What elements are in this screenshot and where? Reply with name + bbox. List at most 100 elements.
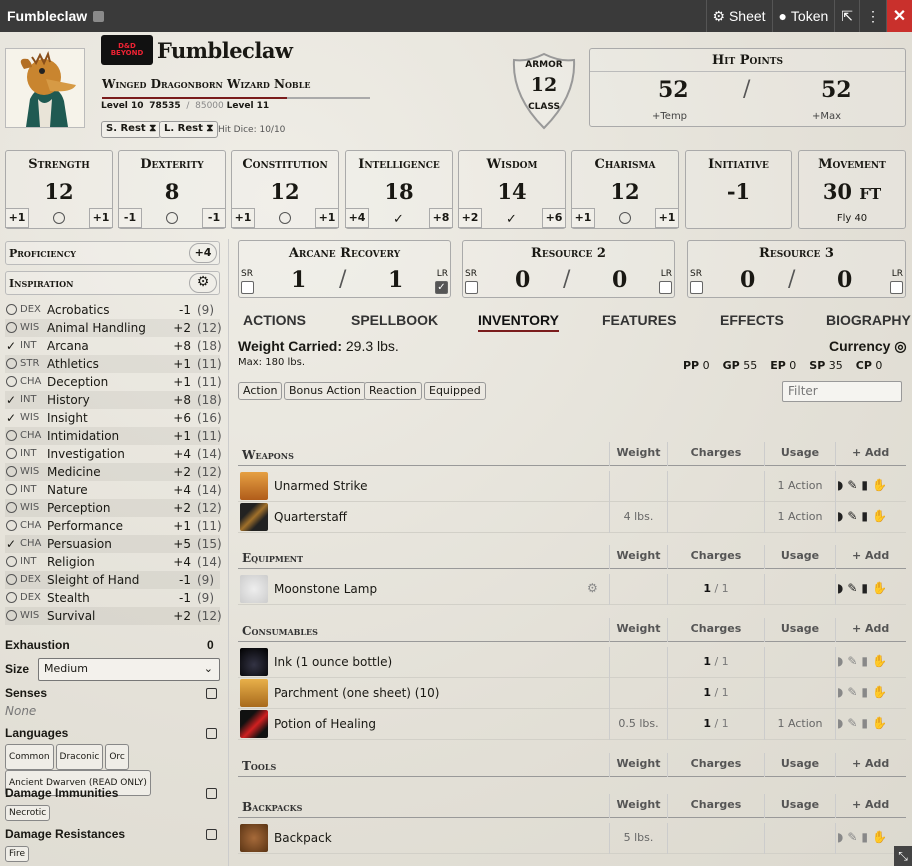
skill-row[interactable]: ✓ INT History +8 (18) [5, 391, 222, 409]
item-settings-gear-icon[interactable]: ⚙ [587, 581, 598, 595]
section-title[interactable]: Weapons [242, 448, 294, 462]
equip-shield-icon[interactable]: ◗ [837, 830, 847, 844]
hp-max[interactable]: 52 [821, 77, 852, 103]
resize-handle-icon[interactable]: ⤡ [894, 846, 912, 866]
delete-trash-icon[interactable]: ▮ [861, 478, 872, 492]
use-hand-icon[interactable]: ✋ [872, 478, 891, 492]
saving-throw[interactable]: -1 [202, 208, 226, 228]
currency-header[interactable]: Currency ◎ [829, 338, 907, 355]
add-item-button[interactable]: + Add [852, 757, 889, 770]
ability-constitution[interactable]: Constitution 12 +1 +1 [231, 150, 339, 229]
equip-shield-icon[interactable]: ◗ [837, 581, 847, 595]
add-item-button[interactable]: + Add [852, 549, 889, 562]
skill-row[interactable]: ✓ WIS Insight +6 (16) [5, 409, 222, 427]
edit-icon[interactable]: ✎ [847, 509, 861, 523]
ability-strength[interactable]: Strength 12 +1 +1 [5, 150, 113, 229]
ability-wisdom[interactable]: Wisdom 14 +2 +6 ✓ [458, 150, 566, 229]
movement-box[interactable]: Movement 30 FT Fly 40 [798, 150, 906, 229]
short-rest-checkbox[interactable] [690, 281, 703, 294]
armor-class-value[interactable]: 12 [510, 74, 578, 96]
tab-features[interactable]: FEATURES [602, 312, 676, 328]
item-charges[interactable]: 1 / 1 [668, 717, 764, 730]
equip-shield-icon[interactable]: ◗ [837, 654, 847, 668]
skill-row[interactable]: INT Investigation +4 (14) [5, 445, 222, 463]
exhaustion-value[interactable]: 0 [207, 638, 214, 652]
item-name[interactable]: Ink (1 ounce bottle) [274, 655, 392, 669]
tab-biography[interactable]: BIOGRAPHY [826, 312, 911, 328]
initiative-box[interactable]: Initiative -1 [685, 150, 792, 229]
hit-dice[interactable]: Hit Dice: 10/10 [218, 125, 285, 135]
saving-throw[interactable]: +1 [315, 208, 339, 228]
sheet-button[interactable]: ⚙ Sheet [705, 0, 772, 32]
delete-trash-icon[interactable]: ▮ [861, 830, 872, 844]
tab-actions[interactable]: ACTIONS [243, 312, 306, 328]
hp-temp-label[interactable]: +Temp [652, 111, 687, 122]
tab-effects[interactable]: EFFECTS [720, 312, 784, 328]
ability-modifier[interactable]: -1 [118, 208, 142, 228]
skill-proficient-check-icon[interactable]: ✓ [6, 409, 16, 427]
ability-modifier[interactable]: +4 [345, 208, 369, 228]
skill-proficiency-circle[interactable] [6, 358, 17, 369]
edit-icon[interactable]: ✎ [847, 478, 861, 492]
item-charges[interactable]: 1 / 1 [668, 655, 764, 668]
coin-sp[interactable]: SP 35 [809, 359, 842, 372]
inventory-item-row[interactable]: Quarterstaff 4 lbs. 1 Action ◗✎▮✋ [238, 502, 906, 533]
use-hand-icon[interactable]: ✋ [872, 716, 891, 730]
skill-proficiency-circle[interactable] [6, 466, 17, 477]
filter-action[interactable]: Action [238, 382, 283, 400]
skill-row[interactable]: STR Athletics +1 (11) [5, 355, 222, 373]
hp-current[interactable]: 52 [658, 77, 689, 103]
ability-charisma[interactable]: Charisma 12 +1 +1 [571, 150, 679, 229]
short-rest-checkbox[interactable] [465, 281, 478, 294]
item-name[interactable]: Backpack [274, 831, 332, 845]
delete-trash-icon[interactable]: ▮ [861, 581, 872, 595]
saving-throw[interactable]: +1 [89, 208, 113, 228]
skill-proficiency-circle[interactable] [6, 556, 17, 567]
resource-current[interactable]: 1 [291, 267, 306, 293]
resource-current[interactable]: 0 [515, 267, 530, 293]
inventory-item-row[interactable]: Potion of Healing 0.5 lbs. 1 / 1 1 Action ◗✎… [238, 709, 906, 740]
filter-input[interactable]: Filter [782, 381, 902, 402]
item-name[interactable]: Moonstone Lamp [274, 582, 377, 596]
inspiration-gear-icon[interactable]: ⚙ [189, 273, 217, 293]
skill-proficiency-circle[interactable] [6, 574, 17, 585]
resource-max[interactable]: 0 [612, 267, 627, 293]
resource-title[interactable]: Resource 2 [463, 246, 674, 261]
item-charges[interactable]: 1 / 1 [668, 686, 764, 699]
skill-row[interactable]: ✓ CHA Persuasion +5 (15) [5, 535, 222, 553]
xp-value[interactable]: 78535 [149, 101, 180, 111]
skill-row[interactable]: CHA Intimidation +1 (11) [5, 427, 222, 445]
long-rest-checkbox[interactable] [890, 281, 903, 294]
skill-proficiency-circle[interactable] [6, 322, 17, 333]
ability-modifier[interactable]: +2 [458, 208, 482, 228]
delete-trash-icon[interactable]: ▮ [861, 654, 872, 668]
add-item-button[interactable]: + Add [852, 622, 889, 635]
skill-proficiency-circle[interactable] [6, 502, 17, 513]
size-select[interactable]: Medium ⌄ [38, 658, 220, 681]
skill-proficiency-circle[interactable] [6, 448, 17, 459]
character-portrait[interactable] [5, 48, 85, 128]
coin-gp[interactable]: GP 55 [723, 359, 758, 372]
skill-row[interactable]: WIS Survival +2 (12) [5, 607, 222, 625]
tab-spellbook[interactable]: SPELLBOOK [351, 312, 438, 328]
item-name[interactable]: Quarterstaff [274, 510, 347, 524]
inventory-item-row[interactable]: Ink (1 ounce bottle) 1 / 1 ◗✎▮✋ [238, 647, 906, 678]
skill-proficient-check-icon[interactable]: ✓ [6, 337, 16, 355]
inventory-item-row[interactable]: Unarmed Strike 1 Action ◗✎▮✋ [238, 471, 906, 502]
skill-row[interactable]: DEX Stealth -1 (9) [5, 589, 220, 607]
skill-row[interactable]: CHA Deception +1 (11) [5, 373, 222, 391]
character-name[interactable]: Fumbleclaw [157, 38, 293, 63]
equip-shield-icon[interactable]: ◗ [837, 685, 847, 699]
section-title[interactable]: Consumables [242, 624, 318, 638]
coin-pp[interactable]: PP 0 [683, 359, 710, 372]
item-name[interactable]: Parchment (one sheet) (10) [274, 686, 439, 700]
token-button[interactable]: ● Token [771, 0, 835, 32]
filter-bonus-action[interactable]: Bonus Action [284, 382, 366, 400]
section-title[interactable]: Backpacks [242, 800, 302, 814]
ability-intelligence[interactable]: Intelligence 18 +4 +8 ✓ [345, 150, 453, 229]
save-proficiency-circle[interactable] [53, 212, 65, 224]
edit-languages-icon[interactable] [206, 728, 217, 739]
use-hand-icon[interactable]: ✋ [872, 685, 891, 699]
edit-icon[interactable]: ✎ [847, 654, 861, 668]
long-rest-button[interactable]: L. Rest ⧗ [159, 121, 219, 138]
